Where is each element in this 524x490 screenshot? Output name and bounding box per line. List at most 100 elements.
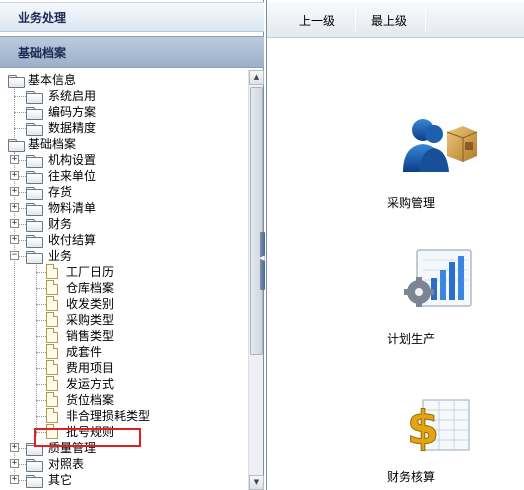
tree-item-label: 财务 (48, 217, 73, 231)
tree-item[interactable]: − 业务 (0, 248, 248, 264)
folder-icon (26, 123, 43, 136)
module-label: 采购管理 (386, 196, 435, 210)
document-icon (46, 328, 58, 343)
expand-toggle-icon[interactable]: + (10, 459, 19, 468)
up-one-level-button[interactable]: 上一级 (299, 12, 335, 29)
tree-item[interactable]: 发运方式 (0, 376, 248, 392)
tree-item-label: 基本信息 (28, 73, 77, 87)
finance-dollar-ledger-icon: $ (407, 399, 470, 454)
tree-item[interactable]: + 收付结算 (0, 232, 248, 248)
tree-item[interactable]: + 往来单位 (0, 168, 248, 184)
folder-icon (26, 219, 43, 232)
scroll-up-arrow-icon[interactable]: ▲ (249, 70, 264, 85)
collapse-toggle-icon[interactable]: − (10, 251, 19, 260)
expand-toggle-icon[interactable]: + (10, 443, 19, 452)
expand-toggle-icon[interactable]: + (10, 171, 19, 180)
purchasing-people-box-icon (403, 119, 478, 172)
tree-item[interactable]: 采购类型 (0, 312, 248, 328)
tree-item-label: 采购类型 (66, 313, 115, 327)
open-folder-icon (8, 75, 25, 88)
module-label: 财务核算 (386, 470, 435, 484)
tree-item[interactable]: 编码方案 (0, 104, 248, 120)
tree-item[interactable]: + 物料清单 (0, 200, 248, 216)
folder-icon (26, 235, 43, 248)
tree-guide-line (14, 96, 26, 97)
tree-item[interactable]: + 机构设置 (0, 152, 248, 168)
folder-icon (26, 251, 43, 264)
tree-item-label: 非合理损耗类型 (66, 409, 151, 423)
folder-icon (26, 91, 43, 104)
expand-toggle-icon[interactable]: + (10, 203, 19, 212)
tree-item[interactable]: + 财务 (0, 216, 248, 232)
tree-item[interactable]: 销售类型 (0, 328, 248, 344)
production-chart-gear-icon (404, 249, 472, 307)
tree-item[interactable]: 货位档案 (0, 392, 248, 408)
tree-guide-line (36, 304, 46, 305)
toolbar-separator (425, 8, 426, 32)
tree-item[interactable]: 系统启用 (0, 88, 248, 104)
document-icon (46, 392, 58, 407)
basic-archives-header[interactable]: 基础档案 (0, 36, 264, 68)
folder-icon (26, 171, 43, 184)
panel-splitter[interactable]: ◀ (258, 232, 266, 290)
tree-guide-line (36, 288, 46, 289)
tree-item[interactable]: 基础档案 (0, 136, 248, 152)
document-icon (46, 344, 58, 359)
tree-item[interactable]: 成套件 (0, 344, 248, 360)
top-level-button[interactable]: 最上级 (371, 12, 407, 29)
tree-item[interactable]: 收发类别 (0, 296, 248, 312)
svg-text:$: $ (407, 401, 439, 454)
right-panel: 上一级 最上级 采购管理 计划生产 $ 财务核算 (266, 0, 524, 490)
business-processing-header[interactable]: 业务处理 (0, 2, 264, 32)
expand-toggle-icon[interactable]: + (10, 475, 19, 484)
tree-item-label: 收付结算 (48, 233, 97, 247)
document-icon (46, 280, 58, 295)
expand-toggle-icon[interactable]: + (10, 219, 19, 228)
archive-tree: 基本信息 系统启用 编码方案 数据精度 基础档案 + 机构设置 + 往来单位 + 存货 + 物料清单 + 财… (0, 70, 248, 490)
tree-guide-line (36, 336, 46, 337)
document-icon (46, 264, 58, 279)
tree-item[interactable]: 仓库档案 (0, 280, 248, 296)
tree-guide-line (36, 416, 46, 417)
tree-item-label: 物料清单 (48, 201, 97, 215)
navigation-toolbar: 上一级 最上级 (267, 2, 524, 38)
tree-item-label: 业务 (48, 249, 73, 263)
expand-toggle-icon[interactable]: + (10, 187, 19, 196)
scroll-down-arrow-icon[interactable]: ▼ (249, 475, 264, 490)
module-label: 计划生产 (386, 332, 435, 346)
tree-guide-line (36, 352, 46, 353)
tree-item-label: 仓库档案 (66, 281, 115, 295)
tree-item[interactable]: 费用项目 (0, 360, 248, 376)
left-panel: 业务处理 基础档案 基本信息 系统启用 编码方案 数据精度 基础档案 + 机构设置 + 往来单位… (0, 0, 264, 490)
tree-guide-line (14, 128, 26, 129)
tree-item[interactable]: 非合理损耗类型 (0, 408, 248, 424)
module-purchasing[interactable]: 采购管理 (267, 104, 524, 214)
document-icon (46, 296, 58, 311)
module-finance-accounting[interactable]: $ 财务核算 (267, 384, 524, 490)
tree-item-label: 对照表 (48, 457, 85, 471)
expand-toggle-icon[interactable]: + (10, 155, 19, 164)
module-production-planning[interactable]: 计划生产 (267, 246, 524, 356)
tree-item-label: 存货 (48, 185, 73, 199)
tree-guide-line (14, 112, 26, 113)
tree-item-label: 收发类别 (66, 297, 115, 311)
tree-guide-line (36, 320, 46, 321)
open-folder-icon (8, 139, 25, 152)
selected-item-highlight (34, 428, 141, 447)
tree-item-label: 往来单位 (48, 169, 97, 183)
tree-item[interactable]: + 对照表 (0, 456, 248, 472)
tree-item-label: 发运方式 (66, 377, 115, 391)
tree-item-label: 成套件 (66, 345, 103, 359)
folder-icon (26, 187, 43, 200)
expand-toggle-icon[interactable]: + (10, 235, 19, 244)
tree-item[interactable]: 数据精度 (0, 120, 248, 136)
tree-item-label: 基础档案 (28, 137, 77, 151)
tree-item[interactable]: 基本信息 (0, 72, 248, 88)
tree-item[interactable]: + 其它 (0, 472, 248, 488)
folder-icon (26, 459, 43, 472)
tree-item[interactable]: + 存货 (0, 184, 248, 200)
scrollbar-thumb[interactable] (250, 87, 263, 355)
tree-item[interactable]: 工厂日历 (0, 264, 248, 280)
collapse-left-arrow-icon[interactable]: ◀ (258, 254, 266, 262)
tree-item-label: 工厂日历 (66, 265, 115, 279)
